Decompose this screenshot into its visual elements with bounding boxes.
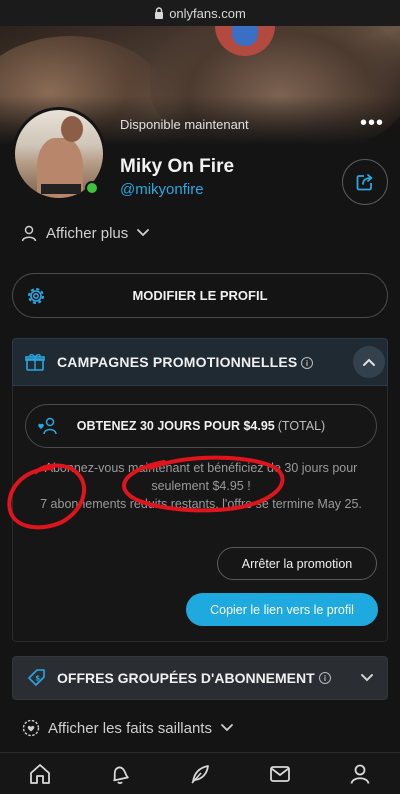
show-highlights-toggle[interactable]: Afficher les faits saillants bbox=[22, 719, 234, 737]
browser-url-bar[interactable]: onlyfans.com bbox=[0, 0, 400, 26]
online-status-dot bbox=[85, 181, 99, 195]
share-button[interactable] bbox=[342, 159, 388, 205]
collapse-button[interactable] bbox=[353, 346, 385, 378]
promo-description-line2: 7 abonnements réduits restants. l'offre … bbox=[40, 497, 362, 511]
subscription-bundles-header[interactable]: $ OFFRES GROUPÉES D'ABONNEMENT i bbox=[12, 656, 388, 700]
chevron-down-icon[interactable] bbox=[359, 670, 375, 686]
show-more-label: Afficher plus bbox=[46, 224, 129, 242]
info-icon[interactable]: i bbox=[319, 672, 331, 684]
gift-icon bbox=[25, 354, 45, 371]
offer-pill[interactable]: OBTENEZ 30 JOURS POUR $4.95 (TOTAL) bbox=[25, 404, 377, 448]
lock-icon bbox=[155, 7, 164, 19]
bell-icon bbox=[113, 766, 129, 784]
stop-promotion-button[interactable]: Arrêter la promotion bbox=[217, 547, 377, 580]
home-icon bbox=[30, 763, 50, 784]
bottom-navigation bbox=[0, 752, 400, 794]
copy-profile-link-button[interactable]: Copier le lien vers le profil bbox=[186, 593, 378, 626]
edit-profile-label: MODIFIER LE PROFIL bbox=[132, 288, 268, 303]
feather-icon bbox=[191, 764, 209, 784]
url-text: onlyfans.com bbox=[169, 5, 246, 21]
bundles-section-title: OFFRES GROUPÉES D'ABONNEMENT bbox=[57, 670, 315, 686]
info-icon[interactable]: i bbox=[301, 357, 313, 369]
promo-campaigns-panel: OBTENEZ 30 JOURS POUR $4.95 (TOTAL) Abon… bbox=[12, 386, 388, 642]
nav-home[interactable] bbox=[20, 754, 60, 794]
availability-status: Disponible maintenant bbox=[120, 117, 249, 132]
profile-icon bbox=[350, 764, 370, 784]
chevron-up-icon bbox=[363, 358, 375, 366]
promo-description-line1: Abonnez-vous maintenant et bénéficiez de… bbox=[44, 461, 358, 493]
profile-name: Miky On Fire bbox=[120, 156, 235, 177]
share-icon bbox=[356, 174, 373, 191]
more-icon[interactable]: ••• bbox=[360, 113, 384, 133]
profile-handle[interactable]: @mikyonfire bbox=[120, 181, 204, 198]
show-more-toggle[interactable]: Afficher plus bbox=[20, 224, 150, 242]
edit-profile-button[interactable]: MODIFIER LE PROFIL bbox=[12, 273, 388, 318]
offer-title: OBTENEZ 30 JOURS POUR $4.95 bbox=[76, 419, 275, 433]
highlights-label: Afficher les faits saillants bbox=[48, 719, 212, 737]
mail-icon bbox=[270, 765, 290, 782]
promo-description: Abonnez-vous maintenant et bénéficiez de… bbox=[27, 459, 375, 513]
promo-campaigns-header[interactable]: CAMPAGNES PROMOTIONNELLES i bbox=[12, 338, 388, 386]
gear-icon bbox=[28, 288, 44, 304]
nav-messages[interactable] bbox=[260, 754, 300, 794]
chevron-down-icon bbox=[221, 724, 233, 732]
nav-notifications[interactable] bbox=[100, 754, 140, 794]
user-heart-icon bbox=[38, 417, 57, 435]
offer-suffix: (TOTAL) bbox=[277, 419, 326, 433]
user-icon bbox=[21, 225, 37, 242]
nav-profile[interactable] bbox=[340, 754, 380, 794]
price-tag-icon: $ bbox=[28, 669, 45, 686]
svg-text:$: $ bbox=[35, 675, 40, 683]
nav-new-post[interactable] bbox=[180, 754, 220, 794]
chevron-down-icon bbox=[137, 229, 150, 237]
highlight-icon bbox=[22, 719, 40, 737]
promo-section-title: CAMPAGNES PROMOTIONNELLES bbox=[57, 354, 298, 370]
